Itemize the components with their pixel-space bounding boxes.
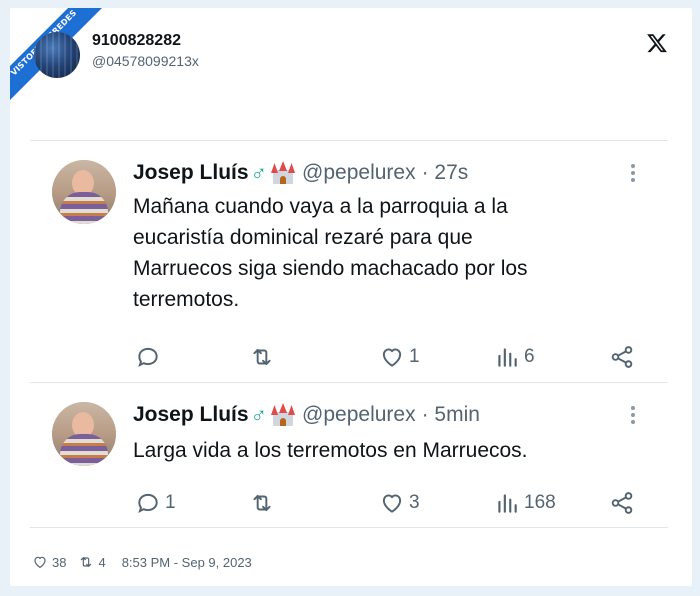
tweet-avatar[interactable] [52, 160, 116, 224]
views-button[interactable]: 168 [494, 490, 556, 516]
share-icon [611, 346, 633, 368]
more-options-icon[interactable] [631, 164, 637, 182]
tweet-actions: 1 3 168 [135, 490, 635, 516]
views-count: 168 [524, 492, 556, 513]
tweet-time[interactable]: · 5min [422, 403, 480, 427]
tweet-text: Larga vida a los terremotos en Marruecos… [133, 435, 653, 466]
heart-icon [34, 556, 46, 568]
share-button[interactable] [609, 490, 635, 516]
views-button[interactable]: 6 [494, 344, 535, 370]
footer-timestamp-wrap: 8:53 PM - Sep 9, 2023 [118, 555, 252, 570]
tweet-text-line: Larga vida a los terremotos en Marruecos… [133, 439, 528, 462]
header-handle[interactable]: @04578099213x [92, 53, 199, 69]
reply-icon [138, 347, 158, 368]
share-icon [611, 492, 633, 514]
header-display-name[interactable]: 9100828282 [92, 32, 181, 50]
retweet-button[interactable] [249, 344, 279, 370]
male-sign-icon: ♂ [250, 402, 268, 427]
share-button[interactable] [609, 344, 635, 370]
retweet-icon [253, 348, 271, 366]
like-button[interactable]: 1 [379, 344, 420, 370]
views-chart-icon [498, 348, 517, 367]
retweet-icon [81, 557, 92, 567]
footer-timestamp[interactable]: 8:53 PM - Sep 9, 2023 [122, 555, 252, 570]
like-button[interactable]: 3 [379, 490, 420, 516]
tweet-time[interactable]: · 27s [422, 161, 469, 185]
footer-retweets[interactable]: 4 [78, 554, 106, 570]
views-chart-icon [498, 494, 517, 513]
tweet-header: Josep Lluís ♂ @pepelurex · 27s [133, 160, 468, 186]
reply-count: 1 [165, 492, 176, 513]
footer-likes[interactable]: 38 [32, 554, 66, 570]
retweet-icon [253, 494, 271, 512]
tweet-1[interactable]: Josep Lluís ♂ @pepelurex · 27s Mañana cu… [10, 140, 692, 382]
like-count: 3 [409, 492, 420, 513]
tweet-2[interactable]: Josep Lluís ♂ @pepelurex · 5min Larga vi… [10, 382, 692, 528]
retweet-button[interactable] [249, 490, 279, 516]
tweet-author-name[interactable]: Josep Lluís [133, 403, 249, 427]
heart-icon [382, 348, 402, 367]
reply-button[interactable] [135, 344, 165, 370]
tweet-header: Josep Lluís ♂ @pepelurex · 5min [133, 402, 480, 428]
tweet-text-line: eucaristía dominical rezaré para que [133, 226, 473, 249]
tweet-footer: 38 4 8:53 PM - Sep 9, 2023 [32, 554, 264, 570]
reply-icon [138, 493, 158, 514]
tweet-text-line: terremotos. [133, 288, 240, 311]
tweet-text-line: Mañana cuando vaya a la parroquia a la [133, 195, 508, 218]
tweet-text-line: Marruecos siga siendo machacado por los [133, 257, 528, 280]
male-sign-icon: ♂ [250, 160, 268, 185]
reply-button[interactable]: 1 [135, 490, 176, 516]
header-avatar[interactable] [34, 32, 80, 78]
tweet-author-name[interactable]: Josep Lluís [133, 161, 249, 185]
like-count: 1 [409, 346, 420, 367]
heart-icon [382, 494, 402, 513]
castle-icon [270, 161, 296, 185]
footer-retweet-count: 4 [98, 554, 106, 570]
divider [30, 527, 668, 528]
tweet-handle[interactable]: @pepelurex [302, 161, 416, 185]
views-count: 6 [524, 346, 535, 367]
tweet-text: Mañana cuando vaya a la parroquia a la e… [133, 191, 653, 315]
more-options-icon[interactable] [631, 406, 637, 424]
footer-like-count: 38 [52, 554, 67, 570]
tweet-screenshot-card: VISTOENLASREDES .com 9100828282 @0457809… [10, 8, 692, 586]
castle-icon [270, 403, 296, 427]
tweet-handle[interactable]: @pepelurex [302, 403, 416, 427]
tweet-actions: 1 6 [135, 344, 635, 370]
tweet-avatar[interactable] [52, 402, 116, 466]
x-logo-icon[interactable] [646, 32, 668, 54]
